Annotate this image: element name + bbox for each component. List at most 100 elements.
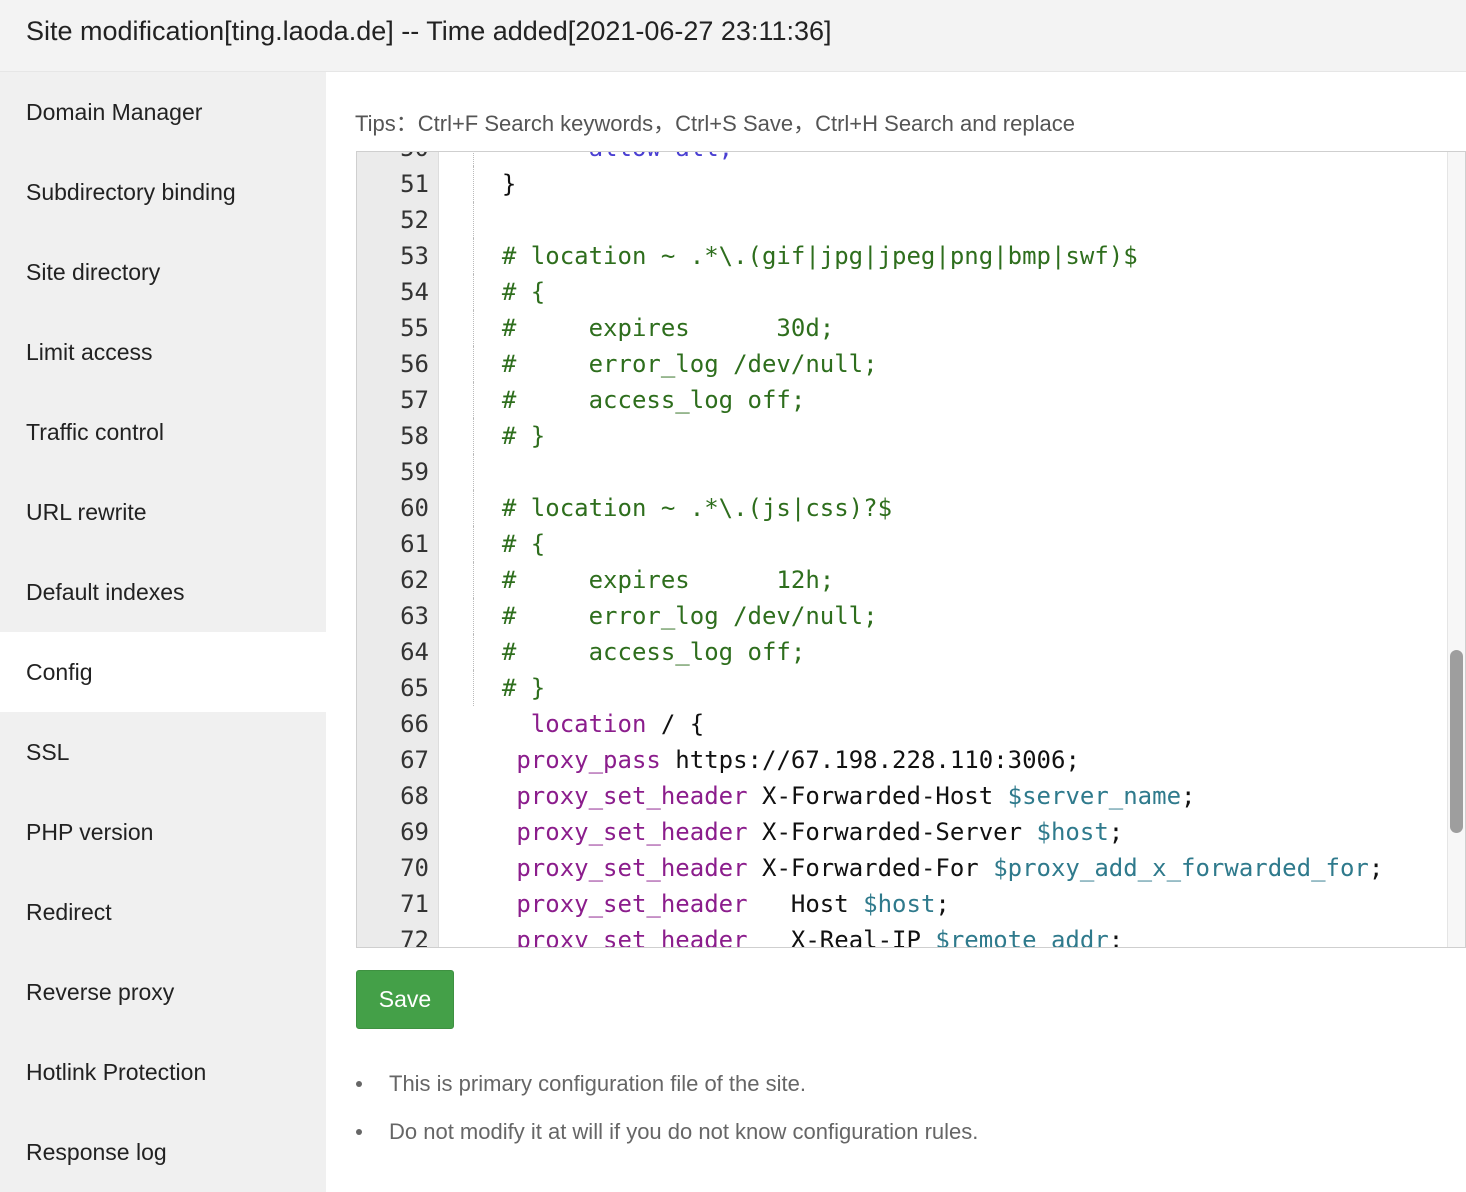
sidebar-item-domain-manager[interactable]: Domain Manager (0, 72, 326, 152)
code-line[interactable]: 62 # expires 12h; (357, 562, 1465, 598)
bullet-icon (356, 1081, 362, 1087)
line-text: } (473, 170, 517, 198)
line-text: # { (473, 278, 546, 306)
note-text: Do not modify it at will if you do not k… (389, 1119, 979, 1144)
main-panel: Tips：Ctrl+F Search keywords，Ctrl+S Save，… (326, 72, 1466, 1192)
line-number: 60 (400, 494, 429, 522)
line-number: 59 (400, 458, 429, 486)
note-item: This is primary configuration file of th… (356, 1066, 978, 1114)
line-number: 52 (400, 206, 429, 234)
code-line[interactable]: 66 location / { (357, 706, 1465, 742)
sidebar-item-traffic-control[interactable]: Traffic control (0, 392, 326, 472)
line-number: 50 (357, 152, 429, 166)
line-number: 72 (400, 926, 429, 948)
editor-scrollbar[interactable] (1447, 152, 1465, 947)
line-text: proxy_set_header X-Forwarded-For $proxy_… (516, 854, 1384, 882)
line-number: 71 (400, 890, 429, 918)
line-number: 54 (400, 278, 429, 306)
config-code-editor[interactable]: 50 allow all;51 }5253 # location ~ .*\.(… (356, 151, 1466, 948)
line-text: # } (473, 674, 546, 702)
line-number: 65 (400, 674, 429, 702)
line-text: # { (473, 530, 546, 558)
note-text: This is primary configuration file of th… (389, 1071, 806, 1096)
line-text: # error_log /dev/null; (473, 602, 878, 630)
line-text: proxy_pass https://67.198.228.110:3006; (516, 746, 1080, 774)
line-number: 61 (400, 530, 429, 558)
line-text: location / { (530, 710, 705, 738)
line-number: 56 (400, 350, 429, 378)
sidebar: Domain Manager Subdirectory binding Site d… (0, 72, 326, 1192)
line-number: 57 (400, 386, 429, 414)
line-text: # access_log off; (473, 638, 806, 666)
sidebar-item-reverse-proxy[interactable]: Reverse proxy (0, 952, 326, 1032)
save-button[interactable]: Save (356, 970, 454, 1029)
line-number: 51 (400, 170, 429, 198)
scrollbar-thumb[interactable] (1450, 650, 1463, 833)
sidebar-item-limit-access[interactable]: Limit access (0, 312, 326, 392)
note-item: Do not modify it at will if you do not k… (356, 1114, 978, 1162)
code-line[interactable]: 56 # error_log /dev/null; (357, 346, 1465, 382)
line-text: # access_log off; (473, 386, 806, 414)
code-line[interactable]: 55 # expires 30d; (357, 310, 1465, 346)
sidebar-item-url-rewrite[interactable]: URL rewrite (0, 472, 326, 552)
code-area[interactable]: 50 allow all;51 }5253 # location ~ .*\.(… (357, 152, 1465, 947)
line-number: 64 (400, 638, 429, 666)
line-number: 55 (400, 314, 429, 342)
indent-guide (473, 454, 474, 490)
line-text: proxy_set_header Host $host; (516, 890, 950, 918)
sidebar-item-ssl[interactable]: SSL (0, 712, 326, 792)
line-number: 69 (400, 818, 429, 846)
code-line[interactable]: 60 # location ~ .*\.(js|css)?$ (357, 490, 1465, 526)
line-text: # expires 30d; (473, 314, 835, 342)
code-line[interactable]: 68 proxy_set_header X-Forwarded-Host $se… (357, 778, 1465, 814)
line-text: allow all; (473, 152, 734, 166)
code-line[interactable]: 50 allow all; (357, 152, 1465, 166)
code-line[interactable]: 72 proxy_set_header X-Real-IP $remote_ad… (357, 922, 1465, 948)
bullet-icon (356, 1129, 362, 1135)
code-line[interactable]: 71 proxy_set_header Host $host; (357, 886, 1465, 922)
code-line[interactable]: 58 # } (357, 418, 1465, 454)
notes-list: This is primary configuration file of th… (356, 1066, 978, 1162)
line-text: # error_log /dev/null; (473, 350, 878, 378)
code-line[interactable]: 64 # access_log off; (357, 634, 1465, 670)
line-text: # } (473, 422, 546, 450)
code-line[interactable]: 54 # { (357, 274, 1465, 310)
line-number: 67 (400, 746, 429, 774)
code-line[interactable]: 65 # } (357, 670, 1465, 706)
line-text: proxy_set_header X-Forwarded-Host $serve… (516, 782, 1196, 810)
sidebar-item-default-indexes[interactable]: Default indexes (0, 552, 326, 632)
sidebar-item-config[interactable]: Config (0, 632, 326, 712)
sidebar-item-subdirectory-binding[interactable]: Subdirectory binding (0, 152, 326, 232)
line-text: proxy_set_header X-Real-IP $remote_addr; (516, 926, 1124, 948)
code-line[interactable]: 70 proxy_set_header X-Forwarded-For $pro… (357, 850, 1465, 886)
code-line[interactable]: 59 (357, 454, 1465, 490)
code-line[interactable]: 57 # access_log off; (357, 382, 1465, 418)
line-number: 66 (400, 710, 429, 738)
line-number: 58 (400, 422, 429, 450)
code-line[interactable]: 69 proxy_set_header X-Forwarded-Server $… (357, 814, 1465, 850)
sidebar-item-redirect[interactable]: Redirect (0, 872, 326, 952)
line-number: 63 (400, 602, 429, 630)
code-line[interactable]: 67 proxy_pass https://67.198.228.110:300… (357, 742, 1465, 778)
code-line[interactable]: 63 # error_log /dev/null; (357, 598, 1465, 634)
title-bar: Site modification[ting.laoda.de] -- Time… (0, 0, 1466, 72)
tips-text: Tips：Ctrl+F Search keywords，Ctrl+S Save，… (355, 111, 1075, 136)
code-line[interactable]: 51 } (357, 166, 1465, 202)
line-text: # location ~ .*\.(js|css)?$ (473, 494, 893, 522)
line-text: proxy_set_header X-Forwarded-Server $hos… (516, 818, 1124, 846)
line-number: 68 (400, 782, 429, 810)
sidebar-item-hotlink-protection[interactable]: Hotlink Protection (0, 1032, 326, 1112)
sidebar-item-php-version[interactable]: PHP version (0, 792, 326, 872)
line-number: 53 (400, 242, 429, 270)
line-number: 62 (400, 566, 429, 594)
sidebar-item-site-directory[interactable]: Site directory (0, 232, 326, 312)
window-title: Site modification[ting.laoda.de] -- Time… (26, 16, 832, 46)
line-text: # location ~ .*\.(gif|jpg|jpeg|png|bmp|s… (473, 242, 1138, 270)
line-number: 70 (400, 854, 429, 882)
code-line[interactable]: 52 (357, 202, 1465, 238)
code-line[interactable]: 53 # location ~ .*\.(gif|jpg|jpeg|png|bm… (357, 238, 1465, 274)
indent-guide (473, 202, 474, 238)
sidebar-item-response-log[interactable]: Response log (0, 1112, 326, 1192)
code-line[interactable]: 61 # { (357, 526, 1465, 562)
line-text: # expires 12h; (473, 566, 835, 594)
